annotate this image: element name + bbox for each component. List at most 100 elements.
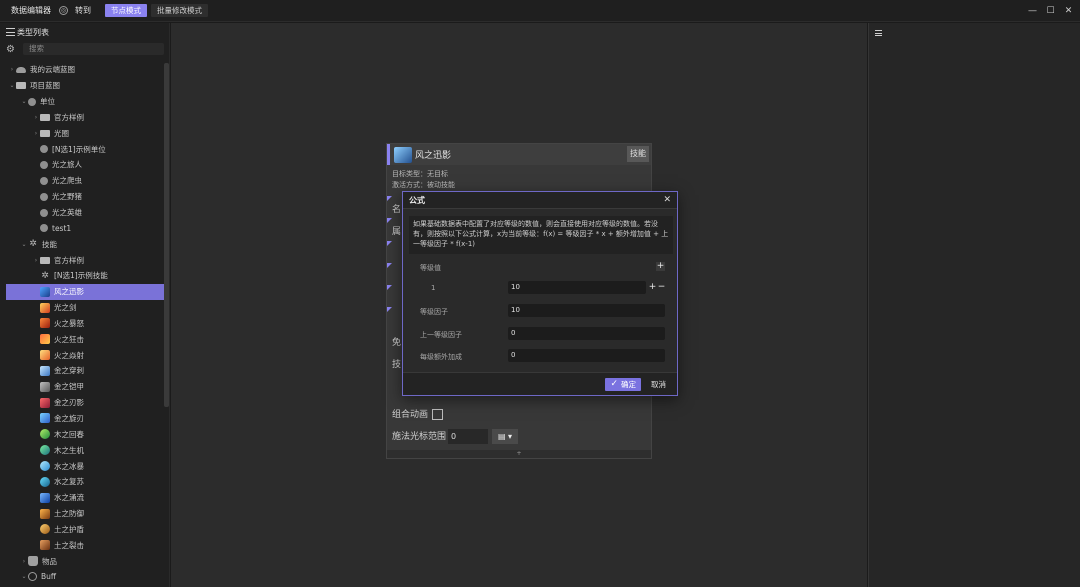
chevron-right-icon[interactable]: › — [32, 257, 40, 264]
node-header[interactable]: 风之迅影 技能 — [387, 144, 651, 165]
tree-item[interactable]: 土之裂击 — [0, 537, 166, 553]
close-icon[interactable]: ✕ — [663, 195, 671, 205]
tree-item[interactable]: › 光圈 — [0, 125, 166, 141]
node-add-button[interactable]: + — [387, 450, 651, 458]
unit-icon — [40, 176, 48, 185]
formula-dropdown-button[interactable]: ▤ ▾ — [492, 429, 519, 444]
tree-item[interactable]: 土之护盾 — [0, 521, 166, 537]
level-index: 1 — [431, 284, 436, 292]
batch-edit-mode-tab[interactable]: 批量修改模式 — [151, 4, 208, 17]
chevron-down-icon[interactable]: ⌄ — [20, 98, 28, 105]
search-input[interactable]: 搜索 — [23, 43, 164, 55]
chevron-right-icon[interactable]: › — [8, 66, 16, 73]
node-mode-tab[interactable]: 节点模式 — [105, 4, 147, 17]
tree-item-label: 光之爬虫 — [52, 176, 82, 186]
formula-description: 如果基础数据表中配置了对应等级的数值，则会直接使用对应等级的数值。若没有，则按照… — [409, 216, 673, 254]
folder-icon — [16, 82, 26, 90]
chevron-down-icon[interactable]: ⌄ — [20, 241, 28, 248]
tree-item[interactable]: 光之野猪 — [0, 189, 166, 205]
tree-item[interactable]: 火之狂击 — [0, 331, 166, 347]
tree-item[interactable]: 水之冰暴 — [0, 458, 166, 474]
maximize-icon[interactable]: ☐ — [1045, 4, 1056, 17]
row-marker — [387, 307, 392, 312]
chevron-down-icon[interactable]: ⌄ — [20, 573, 28, 580]
level-factor-input[interactable]: 10 — [508, 304, 665, 317]
tree-item-label: 金之穿刺 — [54, 366, 84, 376]
cursor-range-input[interactable]: 0 — [448, 429, 489, 444]
tree-item-label: 火之狂击 — [54, 334, 84, 344]
tree-item[interactable]: ⌄ ✲ 技能 — [0, 236, 166, 252]
chevron-right-icon[interactable]: › — [20, 558, 28, 565]
activation-text: 激活方式：被动技能 — [392, 181, 455, 189]
level-value-input[interactable]: 10 — [508, 281, 646, 294]
gear-icon[interactable]: ⚙ — [6, 44, 17, 55]
tree-item[interactable]: 光之剑 — [0, 300, 166, 316]
window-controls: — ☐ ✕ — [1027, 4, 1074, 17]
combo-animation-checkbox[interactable] — [432, 409, 444, 420]
tree-item-label: 金之刃影 — [54, 398, 84, 408]
tree-item[interactable]: 金之穿刺 — [0, 363, 166, 379]
tree-item-label: 官方样例 — [54, 255, 84, 265]
tree-item[interactable]: 水之复苏 — [0, 474, 166, 490]
tree-item[interactable]: 风之迅影 — [6, 283, 166, 300]
remove-row-icon[interactable]: − — [657, 283, 666, 292]
tree-item[interactable]: 金之旋刃 — [0, 411, 166, 427]
cloud-icon — [16, 66, 26, 73]
type-list-panel: 类型列表 ⚙ 搜索 › 我的云端蓝图 ⌄ 项目蓝图 ⌄ 单位 › 官方样例 › 光圈 [N选1]示例… — [0, 23, 170, 587]
prev-factor-input[interactable]: 0 — [508, 327, 665, 340]
extra-bonus-input[interactable]: 0 — [508, 349, 665, 362]
close-icon[interactable]: ✕ — [1063, 4, 1074, 17]
tree-item-label: 物品 — [42, 556, 57, 566]
tree-item[interactable]: 光之英雄 — [0, 205, 166, 221]
buff-icon — [28, 572, 37, 582]
add-level-icon[interactable]: + — [656, 262, 665, 271]
goto-icon[interactable]: ◎ — [59, 6, 68, 15]
tree-item-label: 光之旅人 — [52, 160, 82, 170]
chevron-right-icon[interactable]: › — [32, 114, 40, 121]
tree-item[interactable]: 火之焱射 — [0, 347, 166, 363]
tree-item-label: [N选1]示例单位 — [52, 144, 106, 154]
cancel-button[interactable]: 取消 — [651, 378, 666, 391]
minimize-icon[interactable]: — — [1027, 4, 1038, 17]
s4-icon — [40, 334, 50, 345]
goto-button[interactable]: 转到 — [75, 5, 91, 16]
node-row-label: 免 — [392, 338, 402, 348]
tree-item[interactable]: 木之生机 — [0, 442, 166, 458]
tree-item[interactable]: 金之刃影 — [0, 395, 166, 411]
node-type-tag: 技能 — [627, 146, 649, 162]
check-icon: ✓ — [610, 379, 618, 389]
tree-item[interactable]: 木之回春 — [0, 426, 166, 442]
tree-item[interactable]: › 物品 — [0, 553, 166, 569]
add-row-icon[interactable]: + — [648, 283, 657, 292]
tree-item[interactable]: ✲ [N选1]示例技能 — [0, 268, 166, 284]
prev-factor-label: 上一等级因子 — [420, 331, 462, 339]
skill-icon: ✲ — [41, 270, 49, 281]
tree-item[interactable]: ⌄ 项目蓝图 — [0, 78, 166, 94]
tree-item-label: 木之回春 — [54, 429, 84, 439]
unit-icon — [28, 97, 36, 106]
chevron-down-icon[interactable]: ⌄ — [8, 82, 16, 89]
tree-item[interactable]: › 我的云端蓝图 — [0, 62, 166, 78]
tree-item-label: 火之暴怒 — [54, 318, 84, 328]
tree-item[interactable]: ⌄ Buff — [0, 569, 166, 585]
search-row: ⚙ 搜索 — [0, 41, 169, 57]
confirm-button[interactable]: ✓ 确定 — [605, 378, 641, 391]
level-value-label: 等级值 — [420, 264, 441, 272]
tree-item[interactable]: 光之爬虫 — [0, 173, 166, 189]
tree-scrollbar[interactable] — [164, 63, 169, 407]
menu-icon[interactable] — [875, 30, 882, 36]
row-marker — [387, 196, 392, 201]
combo-animation-label: 组合动画 — [392, 410, 429, 420]
tree-item[interactable]: 火之暴怒 — [0, 316, 166, 332]
tree-item[interactable]: 金之铠甲 — [0, 379, 166, 395]
tree-item[interactable]: ⌄ 单位 — [0, 94, 166, 110]
tree-item[interactable]: 光之旅人 — [0, 157, 166, 173]
tree-item[interactable]: 土之防御 — [0, 506, 166, 522]
tree-item[interactable]: test1 — [0, 220, 166, 236]
tree-item[interactable]: 水之涌流 — [0, 490, 166, 506]
tree-item[interactable]: › 官方样例 — [0, 110, 166, 126]
skill-icon: ✲ — [29, 239, 37, 250]
chevron-right-icon[interactable]: › — [32, 130, 40, 137]
tree-item[interactable]: › 官方样例 — [0, 252, 166, 268]
tree-item[interactable]: [N选1]示例单位 — [0, 141, 166, 157]
